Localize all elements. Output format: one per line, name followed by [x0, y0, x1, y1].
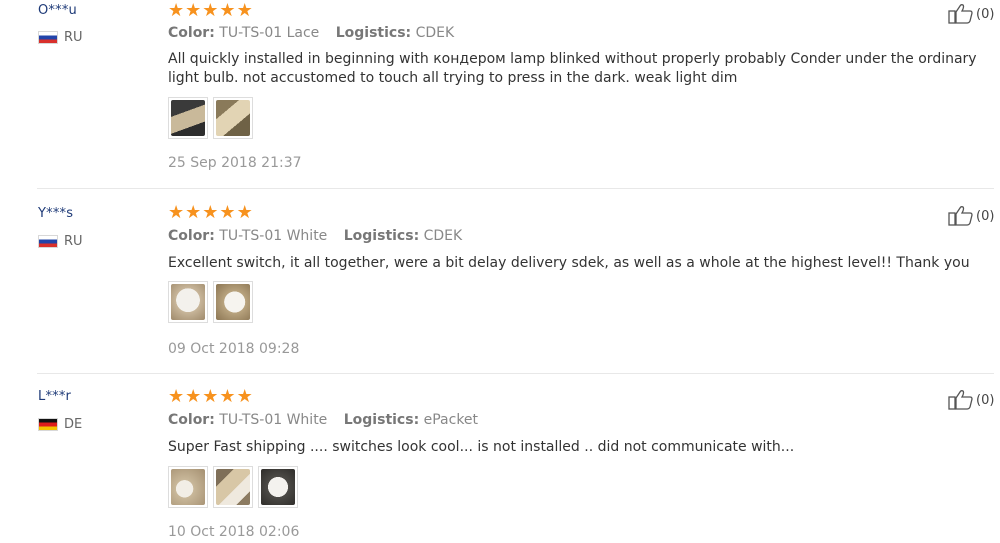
thumbs-up-icon — [948, 206, 973, 226]
review-date: 09 Oct 2018 09:28 — [168, 341, 300, 357]
logistics-value: CDEK — [423, 228, 463, 244]
review-photo-thumbnail[interactable] — [168, 281, 208, 323]
review-photo-thumbnail[interactable] — [168, 466, 208, 508]
star-icon: ★ — [219, 386, 236, 407]
color-value: TU-TS-01 White — [219, 412, 328, 428]
review-photo-thumbnail[interactable] — [213, 281, 253, 323]
reviewer-country: RU — [38, 30, 83, 45]
helpful-button[interactable]: (0) — [948, 389, 994, 411]
review-date: 10 Oct 2018 02:06 — [168, 524, 300, 540]
order-info: Color: TU-TS-01 White Logistics: ePacket — [168, 412, 490, 428]
star-icon: ★ — [185, 0, 202, 21]
star-icon: ★ — [185, 386, 202, 407]
logistics-label: Logistics: — [343, 228, 420, 244]
reviewer-country: RU — [38, 234, 83, 249]
star-icon: ★ — [236, 386, 253, 407]
star-rating: ★ ★ ★ ★ ★ — [168, 204, 253, 222]
thumbs-up-icon — [948, 390, 973, 410]
review-photo-thumbnail[interactable] — [258, 466, 298, 508]
reviewer-name[interactable]: L***r — [38, 389, 71, 404]
review-text: Super Fast shipping .... switches look c… — [168, 439, 795, 455]
color-label: Color: — [168, 412, 215, 428]
logistics-label: Logistics: — [343, 412, 420, 428]
helpful-count: (0) — [976, 6, 995, 22]
review-photos — [168, 281, 253, 323]
country-code: RU — [64, 30, 83, 45]
helpful-count: (0) — [976, 208, 995, 224]
helpful-button[interactable]: (0) — [948, 3, 994, 25]
review-item: L***r DE ★ ★ ★ ★ ★ Color: TU-TS-01 White… — [0, 374, 1000, 543]
star-icon: ★ — [202, 0, 219, 21]
star-icon: ★ — [236, 0, 253, 21]
review-photo-thumbnail[interactable] — [168, 97, 208, 139]
russia-flag-icon — [38, 235, 58, 248]
color-value: TU-TS-01 White — [219, 228, 328, 244]
star-icon: ★ — [202, 202, 219, 223]
star-rating: ★ ★ ★ ★ ★ — [168, 388, 253, 406]
review-item: Y***s RU ★ ★ ★ ★ ★ Color: TU-TS-01 White… — [0, 189, 1000, 374]
review-text: All quickly installed in beginning with … — [168, 51, 977, 86]
star-icon: ★ — [168, 0, 185, 21]
review-date: 25 Sep 2018 21:37 — [168, 155, 302, 171]
review-photos — [168, 466, 298, 508]
thumbs-up-icon — [948, 4, 973, 24]
color-value: TU-TS-01 Lace — [219, 25, 320, 41]
color-label: Color: — [168, 228, 215, 244]
logistics-value: ePacket — [423, 412, 479, 428]
order-info: Color: TU-TS-01 Lace Logistics: CDEK — [168, 25, 466, 41]
review-photo-thumbnail[interactable] — [213, 97, 253, 139]
germany-flag-icon — [38, 418, 58, 431]
review-photos — [168, 97, 253, 139]
country-code: RU — [64, 234, 83, 249]
star-icon: ★ — [219, 202, 236, 223]
russia-flag-icon — [38, 31, 58, 44]
star-rating: ★ ★ ★ ★ ★ — [168, 2, 253, 20]
logistics-label: Logistics: — [335, 25, 412, 41]
star-icon: ★ — [219, 0, 236, 21]
review-item: O***u RU ★ ★ ★ ★ ★ Color: TU-TS-01 Lace … — [0, 0, 1000, 189]
star-icon: ★ — [185, 202, 202, 223]
order-info: Color: TU-TS-01 White Logistics: CDEK — [168, 228, 474, 244]
logistics-value: CDEK — [415, 25, 455, 41]
review-photo-thumbnail[interactable] — [213, 466, 253, 508]
star-icon: ★ — [168, 202, 185, 223]
helpful-button[interactable]: (0) — [948, 205, 994, 227]
reviewer-name[interactable]: O***u — [38, 3, 77, 18]
review-text: Excellent switch, it all together, were … — [168, 255, 970, 271]
color-label: Color: — [168, 25, 215, 41]
star-icon: ★ — [236, 202, 253, 223]
reviewer-country: DE — [38, 417, 82, 432]
reviewer-name[interactable]: Y***s — [38, 206, 73, 221]
country-code: DE — [64, 417, 83, 432]
star-icon: ★ — [168, 386, 185, 407]
star-icon: ★ — [202, 386, 219, 407]
helpful-count: (0) — [976, 392, 995, 408]
